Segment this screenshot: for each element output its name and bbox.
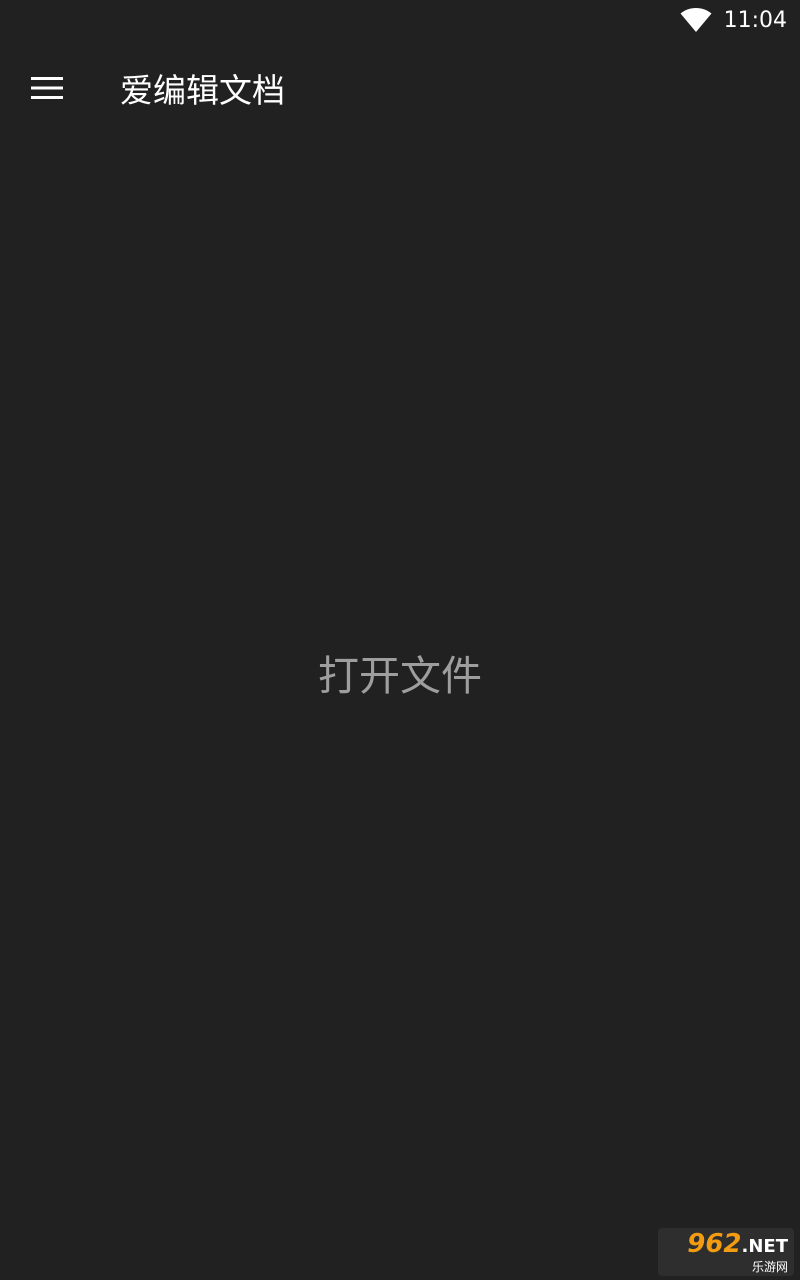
hamburger-menu-icon	[31, 77, 63, 99]
wifi-icon	[680, 8, 712, 32]
watermark-subtitle: 乐游网	[751, 1259, 788, 1274]
app-bar: 爱编辑文档	[0, 40, 800, 136]
watermark-brand: 962.NET	[687, 1231, 794, 1260]
watermark-logo: 962.NET 乐游网	[658, 1228, 794, 1276]
status-bar: 11:04	[0, 0, 800, 40]
watermark-suffix: .NET	[741, 1235, 788, 1257]
main-content: 打开文件	[0, 136, 800, 1280]
app-screen: 11:04 爱编辑文档 打开文件 962.NET 乐游网	[0, 0, 800, 1280]
app-title: 爱编辑文档	[120, 71, 285, 110]
watermark-number: 962	[687, 1228, 742, 1259]
open-file-button[interactable]: 打开文件	[298, 632, 502, 712]
status-time: 11:04	[723, 7, 787, 33]
navigation-menu-button[interactable]	[23, 64, 71, 112]
